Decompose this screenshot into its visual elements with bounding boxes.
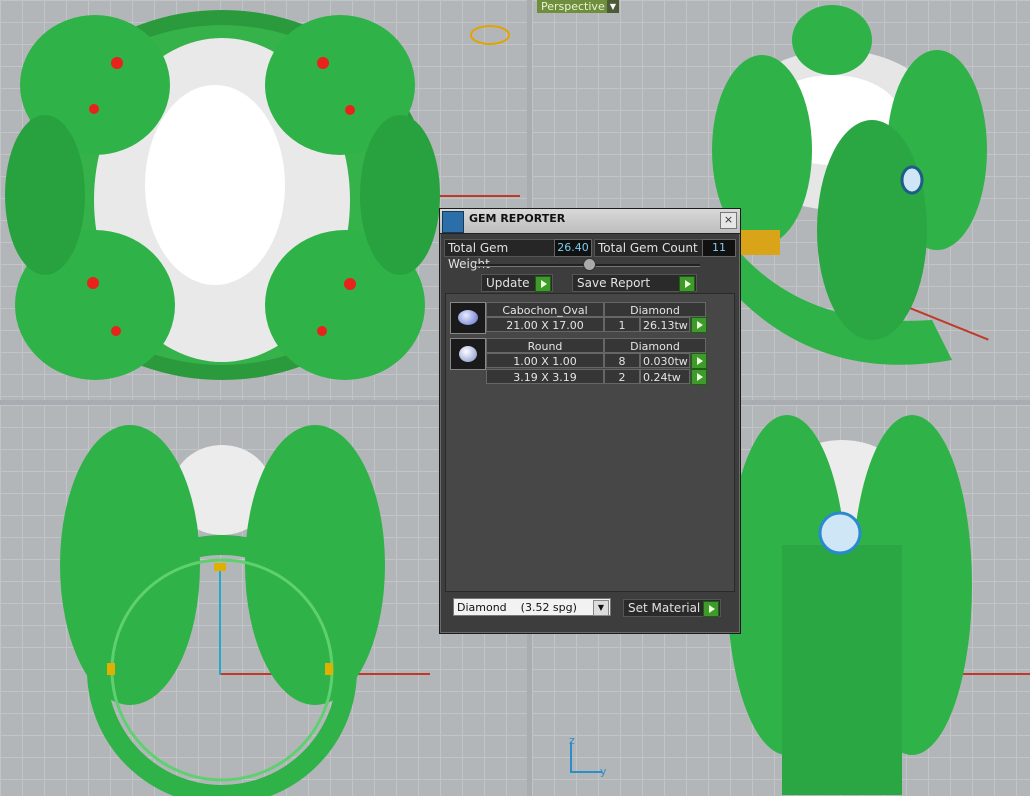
round-thumbnail-icon[interactable] (450, 338, 486, 370)
material-select[interactable]: Diamond (3.52 spg) ▼ (453, 598, 611, 616)
gem-size-cell: 3.19 X 3.19 (486, 369, 604, 384)
gem-count-cell: 2 (604, 369, 640, 384)
play-icon (703, 601, 719, 617)
cabochon-oval-thumbnail-icon[interactable] (450, 302, 486, 334)
close-icon[interactable]: × (720, 212, 737, 229)
gem-size-cell: 21.00 X 17.00 (486, 317, 604, 332)
set-material-button-label: Set Material (628, 601, 701, 615)
total-gem-weight-label: Total Gem Weight (444, 239, 555, 271)
chevron-down-icon[interactable]: ▼ (593, 600, 609, 616)
gem-count-cell: 8 (604, 353, 640, 368)
save-report-button[interactable]: Save Report (572, 274, 697, 292)
set-material-button[interactable]: Set Material (623, 599, 721, 617)
gem-material-cell: Diamond (604, 302, 706, 317)
gem-icon (470, 25, 510, 45)
gem-reporter-icon (442, 211, 464, 233)
play-icon (535, 276, 551, 292)
gem-material-cell: Diamond (604, 338, 706, 353)
total-gem-count-label: Total Gem Count (594, 239, 704, 257)
gem-size-cell: 1.00 X 1.00 (486, 353, 604, 368)
update-button-label: Update (486, 276, 530, 290)
splitter-handle[interactable] (583, 258, 596, 271)
material-select-value: Diamond (3.52 spg) (457, 601, 577, 614)
update-button[interactable]: Update (481, 274, 553, 292)
gem-list-panel: Cabochon_Oval Diamond 21.00 X 17.00 1 26… (445, 293, 735, 592)
gem-reporter-dialog: GEM REPORTER × Total Gem Weight 26.40 To… (439, 208, 741, 634)
save-report-button-label: Save Report (577, 276, 651, 290)
total-gem-weight-value: 26.40 (554, 239, 592, 257)
gem-shape-cell: Cabochon_Oval (486, 302, 604, 317)
viewport-menu-caret[interactable]: ▼ (607, 0, 619, 13)
gem-weight-cell: 0.24tw (640, 369, 690, 384)
gem-weight-cell: 0.030tw (640, 353, 690, 368)
select-gem-play-icon[interactable] (691, 317, 707, 333)
select-gem-play-icon[interactable] (691, 353, 707, 369)
axis-z-label: z (569, 734, 575, 747)
select-gem-play-icon[interactable] (691, 369, 707, 385)
dialog-title: GEM REPORTER (469, 212, 566, 225)
total-gem-count-value: 11 (702, 239, 736, 257)
gem-weight-cell: 26.13tw (640, 317, 690, 332)
gem-count-cell: 1 (604, 317, 640, 332)
play-icon (679, 276, 695, 292)
axis-y-label: y (600, 765, 607, 778)
dialog-titlebar[interactable]: GEM REPORTER × (440, 209, 740, 234)
viewport-perspective-label[interactable]: Perspective (537, 0, 609, 13)
gem-shape-cell: Round (486, 338, 604, 353)
